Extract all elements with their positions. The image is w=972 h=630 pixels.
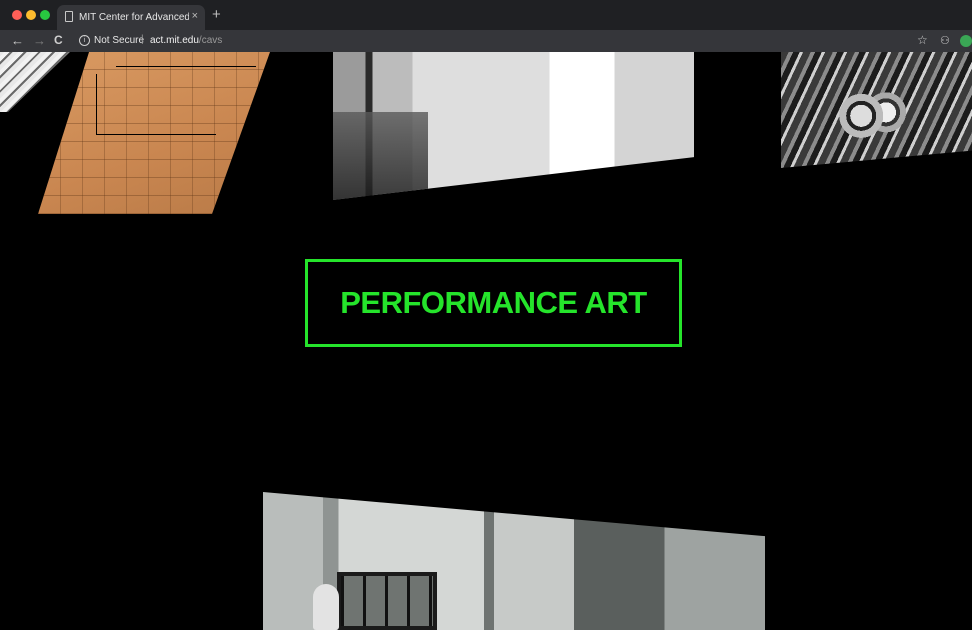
tab-title: MIT Center for Advanced Visua [79, 12, 189, 23]
minimize-window-button[interactable] [26, 10, 36, 20]
browser-tab-bar: MIT Center for Advanced Visua × + [0, 0, 972, 30]
maximize-window-button[interactable] [40, 10, 50, 20]
new-tab-button[interactable]: + [212, 7, 221, 22]
profile-avatar[interactable] [960, 35, 972, 47]
photo-window [337, 572, 437, 630]
photo-shadow [333, 112, 428, 200]
photo-performer[interactable] [263, 492, 765, 630]
url-host: act.mit.edu [150, 35, 199, 46]
address-separator: | [141, 34, 144, 45]
photo-machinery[interactable] [781, 52, 972, 168]
close-window-button[interactable] [12, 10, 22, 20]
reload-icon[interactable]: C [54, 33, 63, 48]
forward-icon[interactable]: → [33, 33, 46, 48]
tab-close-icon[interactable]: × [192, 10, 198, 22]
browser-tab[interactable]: MIT Center for Advanced Visua × [57, 5, 205, 30]
page-content: PERFORMANCE ART [0, 52, 972, 630]
performance-art-link[interactable]: PERFORMANCE ART [305, 259, 682, 347]
address-bar[interactable]: act.mit.edu/cavs [150, 35, 222, 46]
security-label[interactable]: Not Secure [94, 35, 144, 46]
page-icon [65, 11, 73, 22]
browser-toolbar: ← → C i Not Secure | act.mit.edu/cavs ☆ … [0, 30, 972, 52]
photo-building[interactable] [333, 52, 694, 200]
photo-lamp [313, 584, 339, 630]
info-icon[interactable]: i [79, 35, 90, 46]
extension-icon[interactable]: ⚇ [940, 34, 950, 47]
photo-floor-plan[interactable] [38, 52, 270, 214]
bookmark-star-icon[interactable]: ☆ [917, 33, 928, 47]
photo-sketch[interactable] [0, 52, 80, 112]
url-path: /cavs [198, 35, 223, 46]
back-icon[interactable]: ← [11, 33, 24, 48]
